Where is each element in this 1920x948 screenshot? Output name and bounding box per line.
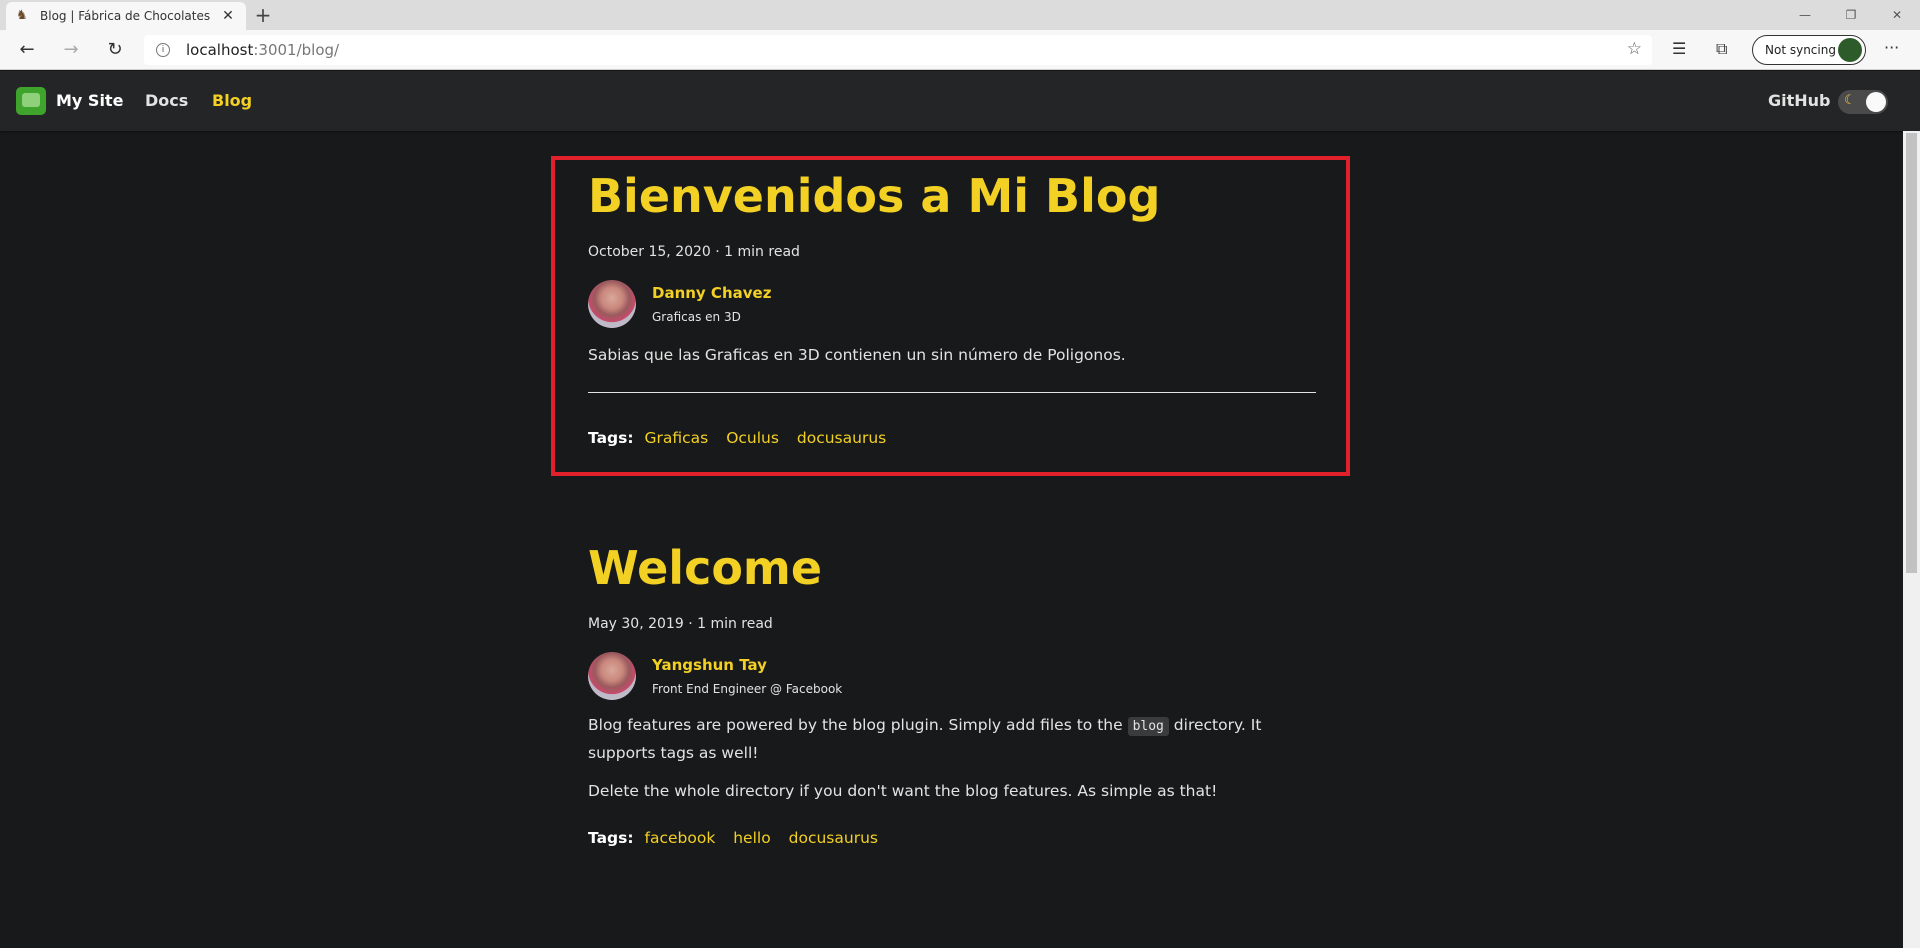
post-title[interactable]: Welcome xyxy=(588,538,1316,598)
post-paragraph: Blog features are powered by the blog pl… xyxy=(588,712,1316,767)
post-meta: May 30, 2019 · 1 min read xyxy=(588,616,773,632)
favorites-list-icon[interactable]: ☰ xyxy=(1672,39,1686,58)
blog-post: Welcome May 30, 2019 · 1 min read Yangsh… xyxy=(588,538,1316,847)
tags-label: Tags: xyxy=(588,429,634,447)
browser-tab[interactable]: ♞ Blog | Fábrica de Chocolates ✕ xyxy=(6,2,246,30)
tag-link[interactable]: Oculus xyxy=(726,429,779,447)
site-navbar: My Site Docs Blog GitHub ☾ xyxy=(0,71,1920,131)
paragraph-text: Blog features are powered by the blog pl… xyxy=(588,716,1128,734)
nav-link-docs[interactable]: Docs xyxy=(145,91,188,110)
more-options-icon[interactable]: ··· xyxy=(1884,38,1899,57)
tag-link[interactable]: facebook xyxy=(645,829,716,847)
tag-link[interactable]: docusaurus xyxy=(797,429,886,447)
url-path: :3001/blog/ xyxy=(253,41,340,59)
info-icon[interactable]: i xyxy=(156,43,170,57)
address-bar[interactable]: i localhost:3001/blog/ ☆ xyxy=(144,35,1652,65)
author-title: Graficas en 3D xyxy=(652,310,741,324)
author-card: Yangshun Tay Front End Engineer @ Facebo… xyxy=(588,652,1316,704)
post-paragraph: Delete the whole directory if you don't … xyxy=(588,782,1218,800)
tag-link[interactable]: docusaurus xyxy=(789,829,878,847)
sync-button[interactable]: Not syncing xyxy=(1752,35,1866,65)
minimize-button[interactable]: — xyxy=(1782,0,1828,30)
refresh-icon[interactable]: ↻ xyxy=(102,38,128,62)
browser-tabbar: ♞ Blog | Fábrica de Chocolates ✕ + — ❐ ✕ xyxy=(0,0,1920,30)
post-meta: October 15, 2020 · 1 min read xyxy=(588,244,800,260)
scroll-thumb[interactable] xyxy=(1906,133,1917,573)
toggle-knob xyxy=(1866,92,1886,112)
forward-arrow-icon[interactable]: → xyxy=(58,38,84,62)
site-title[interactable]: My Site xyxy=(56,91,123,110)
tag-link[interactable]: Graficas xyxy=(645,429,709,447)
favorite-star-icon[interactable]: ☆ xyxy=(1627,39,1642,59)
sync-label: Not syncing xyxy=(1765,43,1836,57)
restore-button[interactable]: ❐ xyxy=(1828,0,1874,30)
window-close-button[interactable]: ✕ xyxy=(1874,0,1920,30)
url-host: localhost xyxy=(186,41,254,59)
post-title[interactable]: Bienvenidos a Mi Blog xyxy=(588,166,1316,226)
moon-icon: ☾ xyxy=(1844,93,1856,108)
post-divider xyxy=(588,392,1316,393)
author-title: Front End Engineer @ Facebook xyxy=(652,682,843,696)
author-name[interactable]: Yangshun Tay xyxy=(652,656,767,674)
tab-close-icon[interactable]: ✕ xyxy=(220,8,236,24)
nav-link-blog[interactable]: Blog xyxy=(212,91,252,110)
new-tab-button[interactable]: + xyxy=(252,4,274,26)
author-card: Danny Chavez Graficas en 3D xyxy=(588,280,1316,332)
blog-post: Bienvenidos a Mi Blog October 15, 2020 ·… xyxy=(588,166,1316,447)
profile-avatar xyxy=(1838,38,1862,62)
page-scrollbar[interactable] xyxy=(1903,131,1920,948)
theme-toggle[interactable]: ☾ xyxy=(1838,90,1888,114)
post-tags: Tags: Graficas Oculus docusaurus xyxy=(588,429,1316,447)
author-name[interactable]: Danny Chavez xyxy=(652,284,771,302)
favicon-icon: ♞ xyxy=(16,8,28,23)
window-controls: — ❐ ✕ xyxy=(1782,0,1920,30)
author-avatar[interactable] xyxy=(588,652,636,700)
site-logo-icon[interactable] xyxy=(16,87,46,115)
tags-label: Tags: xyxy=(588,829,634,847)
post-paragraph: Sabias que las Graficas en 3D contienen … xyxy=(588,346,1126,364)
browser-toolbar: ← → ↻ i localhost:3001/blog/ ☆ ☰ ⧉ Not s… xyxy=(0,30,1920,70)
inline-code: blog xyxy=(1127,717,1169,736)
post-tags: Tags: facebook hello docusaurus xyxy=(588,829,1316,847)
collections-icon[interactable]: ⧉ xyxy=(1716,39,1727,59)
tab-title: Blog | Fábrica de Chocolates xyxy=(40,9,211,23)
github-link[interactable]: GitHub xyxy=(1768,91,1831,110)
tag-link[interactable]: hello xyxy=(733,829,770,847)
back-arrow-icon[interactable]: ← xyxy=(14,38,40,62)
author-avatar[interactable] xyxy=(588,280,636,328)
